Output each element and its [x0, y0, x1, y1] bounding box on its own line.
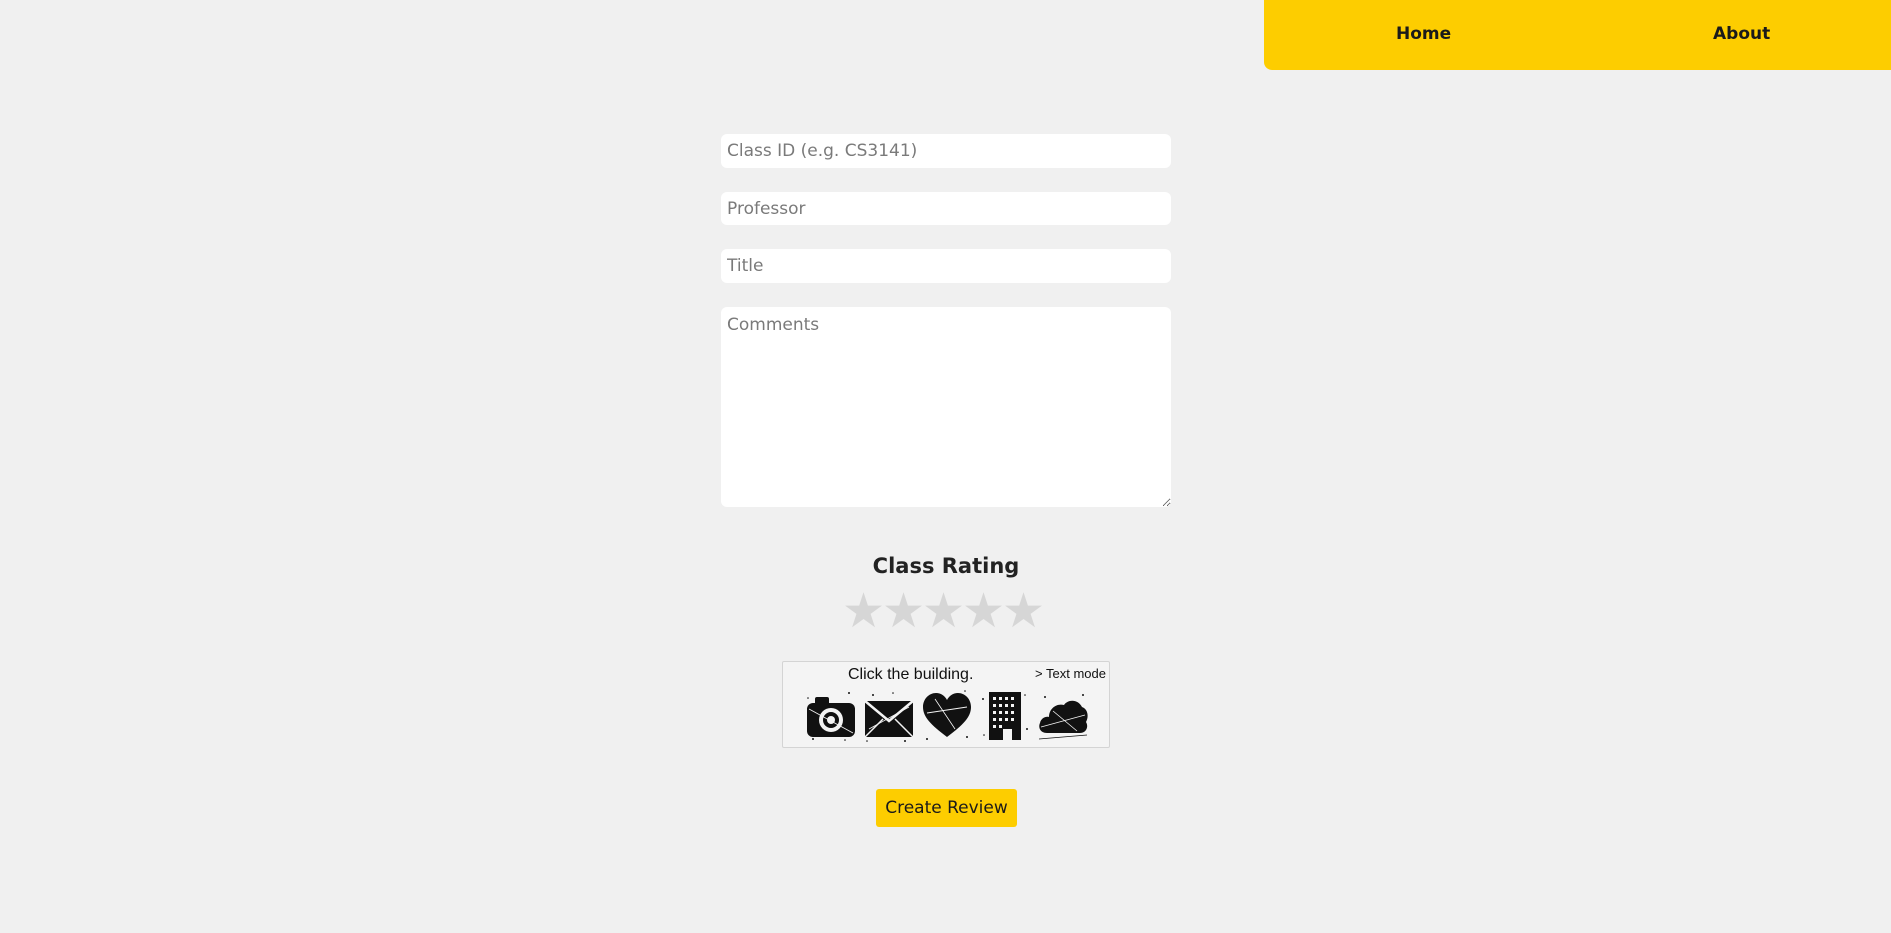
star-rating: ★ ★ ★ ★ ★	[842, 584, 1045, 638]
camera-icon[interactable]	[805, 689, 857, 743]
captcha-prompt: Click the building.	[848, 666, 974, 683]
captcha-widget: Click the building. > Text mode	[782, 661, 1110, 748]
heart-icon[interactable]	[921, 689, 973, 743]
cloud-icon[interactable]	[1037, 689, 1089, 743]
captcha-icon-row	[805, 689, 1089, 743]
title-input[interactable]	[721, 249, 1171, 283]
nav-home-link[interactable]: Home	[1396, 24, 1451, 44]
star-5-icon[interactable]: ★	[1002, 584, 1045, 638]
top-navigation: Home About	[1264, 0, 1891, 70]
star-2-icon[interactable]: ★	[882, 584, 925, 638]
star-3-icon[interactable]: ★	[922, 584, 965, 638]
create-review-button[interactable]: Create Review	[876, 789, 1017, 827]
star-1-icon[interactable]: ★	[842, 584, 885, 638]
professor-input[interactable]	[721, 192, 1171, 225]
star-4-icon[interactable]: ★	[962, 584, 1005, 638]
captcha-text-mode-link[interactable]: > Text mode	[1035, 666, 1106, 681]
envelope-icon[interactable]	[863, 689, 915, 743]
class-id-input[interactable]	[721, 134, 1171, 168]
building-icon[interactable]	[979, 689, 1031, 743]
comments-textarea[interactable]	[721, 307, 1171, 507]
class-rating-heading: Class Rating	[872, 554, 1020, 578]
nav-about-link[interactable]: About	[1713, 24, 1770, 44]
